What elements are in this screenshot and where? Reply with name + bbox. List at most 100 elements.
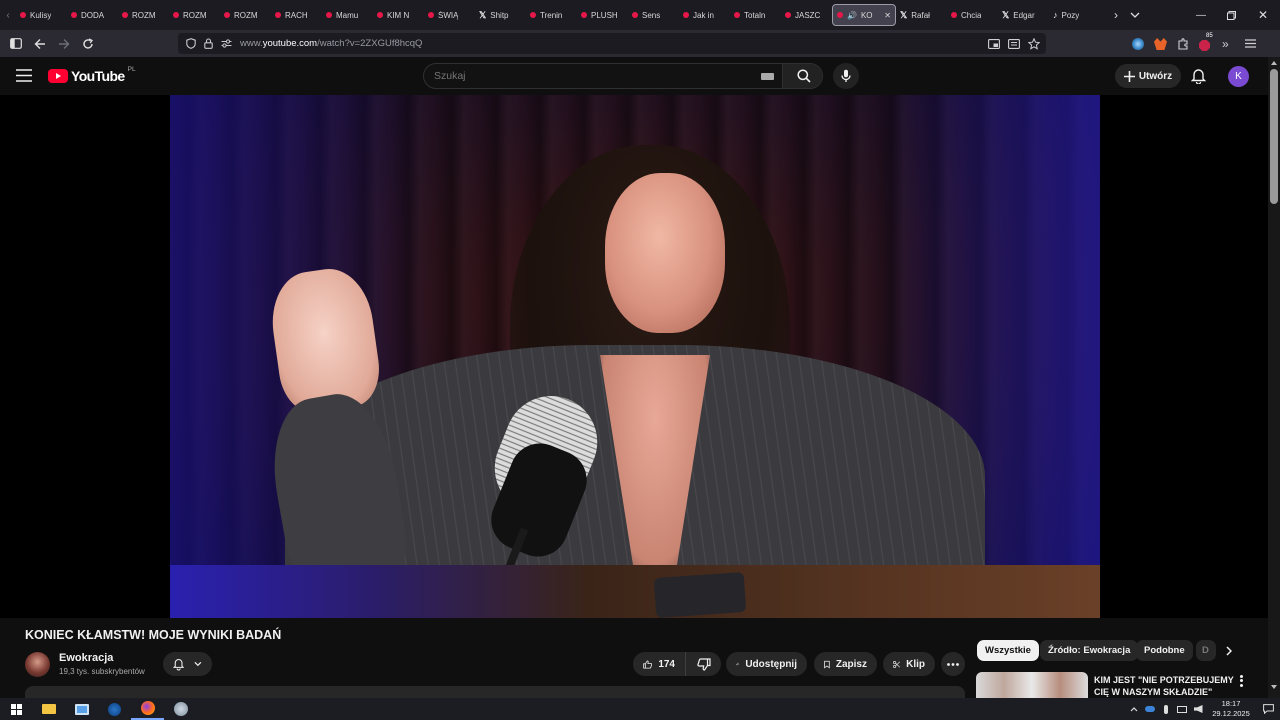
hamburger-menu-icon bbox=[16, 69, 32, 82]
reload-icon bbox=[83, 37, 93, 49]
more-actions-button[interactable] bbox=[941, 652, 965, 676]
save-button[interactable]: Zapisz bbox=[814, 652, 877, 676]
taskbar-firefox[interactable] bbox=[131, 698, 164, 720]
clip-button[interactable]: Klip bbox=[883, 652, 935, 676]
restore-window-button[interactable] bbox=[1216, 10, 1246, 20]
browser-tab[interactable]: ♪ Pozy bbox=[1049, 4, 1100, 26]
notification-center-button[interactable] bbox=[1256, 704, 1280, 714]
forward-button[interactable] bbox=[52, 32, 76, 56]
back-button[interactable] bbox=[28, 32, 52, 56]
video-frame[interactable] bbox=[170, 95, 1100, 618]
tab-label: KIM N bbox=[387, 10, 410, 20]
chip-all[interactable]: Wszystkie bbox=[977, 640, 1039, 661]
reader-view-icon[interactable] bbox=[1008, 38, 1020, 49]
address-bar[interactable]: www.youtube.com/watch?v=2ZXGUf8hcqQ bbox=[178, 33, 1046, 54]
scroll-tabs-right-button[interactable]: › bbox=[1108, 8, 1124, 22]
tray-network-icon[interactable] bbox=[1174, 705, 1190, 713]
lock-icon[interactable] bbox=[204, 38, 213, 49]
recommended-video[interactable]: KIM JEST "NIE POTRZEBUJEMY CIĘ W NASZYM … bbox=[976, 672, 1266, 698]
permissions-icon[interactable] bbox=[221, 39, 232, 48]
minimize-window-button[interactable]: — bbox=[1186, 10, 1216, 21]
tracking-protection-shield-icon[interactable] bbox=[186, 38, 196, 49]
browser-tab[interactable]: ROZM bbox=[169, 4, 220, 26]
picture-in-picture-icon[interactable] bbox=[988, 38, 1000, 49]
taskbar-app[interactable] bbox=[164, 698, 197, 720]
close-tab-icon[interactable]: ✕ bbox=[884, 11, 891, 20]
search-button[interactable] bbox=[782, 64, 822, 88]
fox-extension-icon[interactable] bbox=[1154, 38, 1167, 50]
more-tools-button[interactable]: » bbox=[1222, 37, 1229, 51]
browser-tab[interactable]: Mamu bbox=[322, 4, 373, 26]
guide-menu-button[interactable] bbox=[16, 69, 32, 87]
chip-source[interactable]: Źródło: Ewokracja bbox=[1040, 640, 1139, 661]
browser-tab[interactable]: ROZM bbox=[118, 4, 169, 26]
taskbar-pc-app[interactable] bbox=[65, 698, 98, 720]
search-input[interactable] bbox=[424, 64, 781, 88]
scroll-down-arrow[interactable] bbox=[1271, 685, 1277, 689]
adblock-extension-button[interactable]: 85 bbox=[1199, 33, 1214, 51]
browser-tab[interactable]: Trenin bbox=[526, 4, 577, 26]
channel-name[interactable]: Ewokracja bbox=[59, 652, 113, 664]
start-button[interactable] bbox=[0, 698, 32, 720]
scroll-tabs-left-button[interactable]: ‹ bbox=[0, 10, 16, 21]
tab-list-menu-button[interactable] bbox=[1124, 10, 1146, 20]
clock-date: 29.12.2025 bbox=[1212, 709, 1250, 718]
taskbar-file-explorer[interactable] bbox=[32, 698, 65, 720]
taskbar-steam[interactable] bbox=[98, 698, 131, 720]
youtube-favicon-icon bbox=[785, 12, 791, 18]
browser-tab[interactable]: 🔊 KO ✕ bbox=[832, 4, 896, 26]
browser-tab[interactable]: 𝕏 Shitp bbox=[475, 4, 526, 26]
browser-tab[interactable]: PLUSH bbox=[577, 4, 628, 26]
recommended-more-button[interactable] bbox=[1237, 674, 1245, 688]
browser-tab[interactable]: RACH bbox=[271, 4, 322, 26]
browser-tab[interactable]: Chcia bbox=[947, 4, 998, 26]
video-player[interactable] bbox=[0, 95, 1268, 618]
bookmark-star-icon[interactable] bbox=[1028, 37, 1040, 50]
subscription-bell-button[interactable] bbox=[163, 652, 212, 676]
tab-label: DODA bbox=[81, 10, 105, 20]
voice-search-button[interactable] bbox=[833, 63, 859, 89]
create-button[interactable]: Utwórz bbox=[1115, 64, 1181, 88]
close-window-button[interactable]: ✕ bbox=[1246, 8, 1280, 22]
virtual-keyboard-icon[interactable] bbox=[761, 73, 774, 80]
browser-tab[interactable]: 𝕏 Edgar bbox=[998, 4, 1049, 26]
browser-tab[interactable]: JASZC bbox=[781, 4, 832, 26]
browser-tab[interactable]: Totaln bbox=[730, 4, 781, 26]
chip-similar[interactable]: Podobne bbox=[1136, 640, 1193, 661]
account-avatar[interactable]: K bbox=[1228, 66, 1249, 87]
chips-next-button[interactable] bbox=[1219, 640, 1239, 661]
thumbs-up-icon bbox=[643, 659, 653, 669]
browser-tab[interactable]: 𝕏 Rafał bbox=[896, 4, 947, 26]
folder-icon bbox=[41, 704, 56, 714]
tray-cloud-icon[interactable] bbox=[1142, 706, 1158, 712]
tray-microphone-icon[interactable] bbox=[1158, 704, 1174, 714]
reload-button[interactable] bbox=[76, 32, 100, 56]
browser-tab[interactable]: ROZM bbox=[220, 4, 271, 26]
browser-tab[interactable]: DODA bbox=[67, 4, 118, 26]
page-scrollbar[interactable] bbox=[1268, 57, 1280, 698]
youtube-logo[interactable]: YouTube PL bbox=[48, 66, 136, 84]
share-button[interactable]: Udostępnij bbox=[726, 652, 807, 676]
bookmark-icon bbox=[824, 660, 830, 668]
dislike-button[interactable] bbox=[685, 652, 721, 676]
description-box[interactable] bbox=[25, 686, 965, 698]
tab-audio-icon[interactable]: 🔊 bbox=[847, 11, 857, 20]
chip-more[interactable]: D bbox=[1196, 640, 1216, 661]
clock[interactable]: 18:17 29.12.2025 bbox=[1206, 699, 1256, 719]
notifications-button[interactable] bbox=[1190, 68, 1207, 89]
channel-avatar[interactable] bbox=[25, 652, 50, 677]
sidebar-toggle-button[interactable] bbox=[4, 32, 28, 56]
browser-tab[interactable]: KIM N bbox=[373, 4, 424, 26]
browser-tab[interactable]: Kulisy bbox=[16, 4, 67, 26]
browser-tab[interactable]: Sens bbox=[628, 4, 679, 26]
browser-tab[interactable]: Jak in bbox=[679, 4, 730, 26]
like-button[interactable]: 174 bbox=[633, 652, 685, 676]
vpn-extension-icon[interactable] bbox=[1132, 38, 1144, 50]
browser-tab[interactable]: ŚWIĄ bbox=[424, 4, 475, 26]
app-menu-button[interactable] bbox=[1244, 35, 1256, 53]
scroll-up-arrow[interactable] bbox=[1271, 61, 1277, 65]
scrollbar-thumb[interactable] bbox=[1270, 69, 1278, 204]
tray-volume-icon[interactable] bbox=[1190, 705, 1206, 713]
show-hidden-icons-button[interactable] bbox=[1126, 706, 1142, 712]
extensions-puzzle-icon[interactable] bbox=[1177, 38, 1189, 50]
